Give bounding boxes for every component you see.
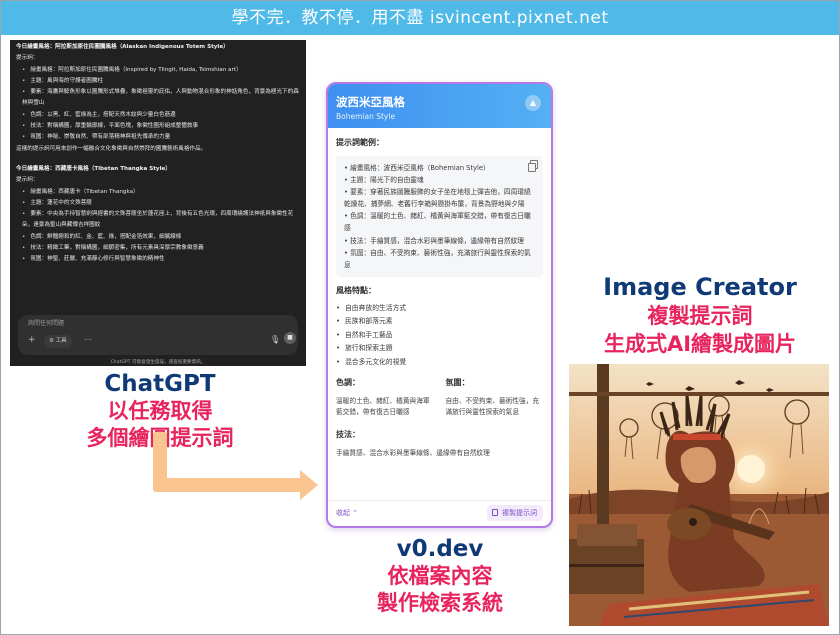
chatgpt-panel: 今日繪畫風格：阿拉斯加原住民圖騰風格（Alaskan Indigenous To… [10, 40, 306, 366]
collapse-link[interactable]: 收起 ⌃ [336, 508, 358, 518]
list-item: 繪畫風格：阿拉斯加原住民圖騰風格（Inspired by Tlingit, Ha… [22, 65, 300, 76]
card-subtitle: Bohemian Style [336, 112, 396, 121]
image-creator-caption-line2: 生成式AI繪製成圖片 [603, 332, 797, 356]
list-item: 要素：海鷹與鯨魚形象以圖騰形式堆疊，象徵祖靈的庇佑，人與動物混合形象的神話角色，… [22, 87, 300, 110]
list-item: 氛圍：神聖、莊嚴、充滿靜心修行與智慧象徵的精神性 [22, 254, 300, 265]
section-title: 今日繪畫風格：西藏唐卡風格（Tibetan Thangka Style） [16, 165, 171, 172]
tools-button[interactable]: ⚙ 工具 [44, 335, 72, 349]
card-header[interactable]: 波西米亞風格 Bohemian Style ▲ [328, 84, 551, 128]
v0-caption-name: v0.dev [396, 536, 484, 562]
list-item: 混合多元文化的視覺 [336, 356, 543, 370]
list-item: 主題：風與海的守護者圖騰柱 [22, 76, 300, 87]
copy-icon [492, 509, 498, 516]
bohemian-illustration [569, 364, 829, 626]
mood-section: 氛圍： 自由、不受拘束、藝術性強，充滿旅行與靈性探索的氣息 [440, 377, 544, 419]
color-label: 色調： [336, 378, 360, 388]
image-creator-caption-line1: 複製提示詞 [647, 304, 753, 328]
note: 這樣的提示詞可用來創作一幅融合文化象徵與自然崇拜的圖騰藝術風格作品。 [16, 145, 207, 152]
image-creator-caption-name: Image Creator [603, 273, 797, 301]
list-item: 技法：對稱構圖，厚重輪廓線，平面色塊，象徵性圖形組成整體敘事 [22, 121, 300, 132]
mood-text: 自由、不受拘束、藝術性強，充滿旅行與靈性探索的氣息 [445, 396, 540, 417]
list-item: 繪畫風格：西藏唐卡（Tibetan Thangka） [22, 187, 300, 198]
send-button[interactable]: ■ [284, 332, 296, 344]
mic-icon[interactable]: 🎙 [270, 334, 280, 345]
prompt-box: • 繪畫風格：波西米亞風格（Bohemian Style） • 主題：陽光下的自… [336, 156, 543, 277]
chevron-up-icon[interactable]: ▲ [525, 95, 541, 111]
prompt-list: 繪畫風格：西藏唐卡（Tibetan Thangka） 主題：蓮花中的文殊菩薩 要… [16, 187, 300, 266]
image-creator-caption: Image Creator 複製提示詞 生成式AI繪製成圖片 [580, 272, 820, 358]
blog-banner: 學不完．教不停．用不盡 isvincent.pixnet.net [1, 1, 839, 35]
generated-image [569, 364, 829, 626]
list-item: 主題：蓮花中的文殊菩薩 [22, 198, 300, 209]
plus-icon[interactable]: + [28, 335, 36, 346]
copy-prompt-label: 複製提示詞 [502, 509, 537, 517]
tech-label: 技法： [336, 429, 360, 439]
prompt-label: 提示詞： [16, 55, 39, 62]
mood-label: 氛圍： [445, 378, 470, 388]
features-label: 風格特點： [336, 285, 376, 295]
card-footer: 收起 ⌃ 複製提示詞 [328, 500, 551, 526]
prompt-example-label: 提示詞範例： [336, 138, 384, 147]
v0-caption: v0.dev 依檔案內容 製作檢索系統 [355, 535, 525, 617]
copy-prompt-button[interactable]: 複製提示詞 [487, 505, 543, 521]
list-item: 技法：精緻工筆，對稱構圖，細節密集，所有元素具深厚宗教象徵意義 [22, 243, 300, 254]
prompt-line: • 氛圍：自由、不受拘束、藝術性強，充滿旅行與靈性探索的氣息 [344, 248, 531, 269]
style-card: 波西米亞風格 Bohemian Style ▲ 提示詞範例： • 繪畫風格：波西… [326, 82, 553, 528]
prompt-line: • 技法：手繪質感，混合水彩與墨筆線條，邊緣帶有自然紋理 [344, 236, 524, 245]
arrow-head-icon [300, 470, 318, 500]
card-title: 波西米亞風格 [336, 95, 405, 109]
list-item: 自然和手工藝品 [336, 329, 543, 343]
list-item: 色調：鮮豔飽和的紅、金、藍、綠，搭配金箔效果，細膩線條 [22, 232, 300, 243]
prompt-list: 繪畫風格：阿拉斯加原住民圖騰風格（Inspired by Tlingit, Ha… [16, 65, 300, 144]
v0-caption-line2: 製作檢索系統 [377, 591, 503, 615]
chat-input[interactable]: 詢問任何問題 + ⚙ 工具 ⋯ 🎙 ■ [18, 315, 298, 355]
copy-icon[interactable] [528, 160, 538, 172]
tech-text: 手繪質感、混合水彩與墨筆線條、邊緣帶有自然紋理 [336, 448, 490, 457]
list-item: 自由奔放的生活方式 [336, 302, 543, 316]
v0-caption-line1: 依檔案內容 [387, 564, 493, 588]
prompt-line: • 色調：溫暖的土色、赭紅、橘黃與海軍藍交錯，帶有復古日曬感 [344, 212, 531, 233]
list-item: 氛圍：神秘、崇敬自然、帶有部落精神與祖先傳承的力量 [22, 132, 300, 143]
color-text: 溫暖的土色、赭紅、橘黃與海軍藍交錯，帶有復古日曬感 [336, 396, 430, 417]
list-item: 旅行和探索主題 [336, 342, 543, 356]
chatgpt-caption-line1: 以任務取得 [107, 399, 213, 423]
flow-arrow [153, 478, 303, 492]
list-item: 色調：以黑、紅、藍綠為主，搭配天然木紋與少量白色筋邊 [22, 110, 300, 121]
color-section: 色調： 溫暖的土色、赭紅、橘黃與海軍藍交錯，帶有復古日曬感 [336, 377, 440, 419]
features-list: 自由奔放的生活方式 民族和部落元素 自然和手工藝品 旅行和探索主題 混合多元文化… [336, 302, 543, 370]
disclaimer: ChatGPT 可能會發生錯誤，請查核重要資訊。 [110, 360, 206, 365]
list-item: 民族和部落元素 [336, 315, 543, 329]
prompt-line: • 要素：穿著民族圖騰服飾的女子坐在地毯上彈吉他，四周環繞乾燥花、捕夢網、老舊行… [344, 188, 531, 209]
prompt-line: • 繪畫風格：波西米亞風格（Bohemian Style） [344, 164, 490, 172]
list-item: 要素：中央為手持智慧劍與經書的文殊菩薩坐於蓮花座上，背後有五色光環，四周環繞護法… [22, 209, 300, 232]
prompt-label: 提示詞： [16, 177, 39, 184]
chatgpt-caption-name: ChatGPT [104, 371, 216, 397]
prompt-line: • 主題：陽光下的自由靈魂 [344, 176, 424, 185]
chat-input-placeholder: 詢問任何問題 [28, 320, 65, 327]
more-icon[interactable]: ⋯ [84, 334, 92, 345]
section-title: 今日繪畫風格：阿拉斯加原住民圖騰風格（Alaskan Indigenous To… [16, 44, 229, 50]
